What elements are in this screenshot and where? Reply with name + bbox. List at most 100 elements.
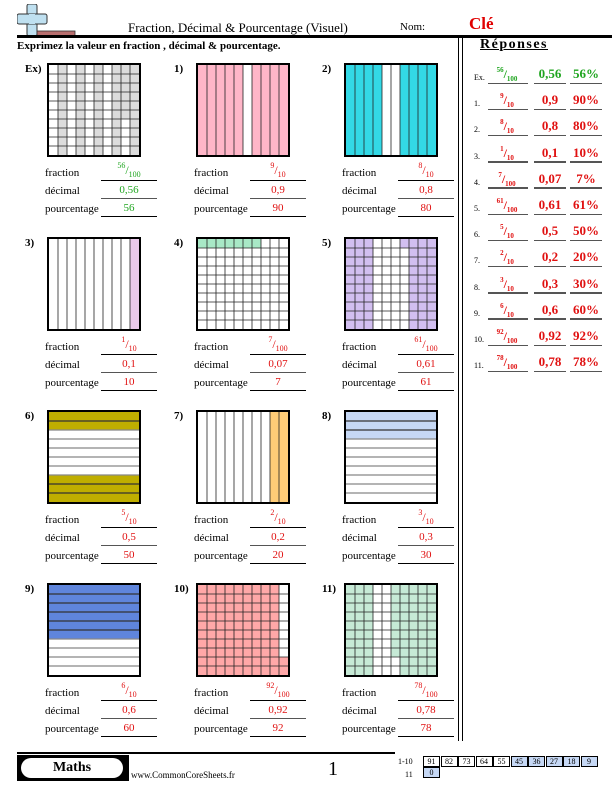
problem-number: 7) (174, 410, 184, 422)
empty-cell (382, 248, 391, 257)
empty-cell (252, 275, 261, 284)
shaded-cell (270, 621, 279, 630)
shaded-cell (234, 621, 243, 630)
empty-cell (243, 302, 252, 311)
empty-strip (216, 412, 225, 502)
answer-key-fraction: 8/10 (500, 118, 514, 136)
answer-label: fraction (45, 514, 80, 526)
empty-cell (198, 302, 207, 311)
empty-cell (382, 320, 391, 329)
empty-cell (252, 257, 261, 266)
pourcentage-answer: 60 (123, 722, 135, 734)
shaded-cell (207, 657, 216, 666)
shaded-cell (418, 657, 427, 666)
answer-key-fraction: 3/10 (500, 275, 514, 293)
empty-cell (373, 612, 382, 621)
answer-key-percent: 10% (573, 144, 599, 160)
empty-cell (103, 74, 112, 83)
shaded-cell (130, 74, 139, 83)
answer-key-fraction: 7/100 (498, 170, 516, 188)
empty-cell (243, 320, 252, 329)
shaded-cell (76, 119, 85, 128)
shaded-cell (252, 612, 261, 621)
answer-key-percent: 56% (573, 66, 599, 81)
shaded-cell (130, 146, 139, 155)
decimal-answer: 0,9 (271, 184, 285, 196)
empty-cell (373, 311, 382, 320)
shaded-cell (427, 612, 436, 621)
shaded-cell (364, 648, 373, 657)
score-cell: 0 (423, 767, 440, 778)
pourcentage-answer: 7 (275, 376, 281, 388)
answer-label: fraction (194, 167, 229, 179)
empty-cell (382, 311, 391, 320)
answer-row-fraction: fraction 92/100 (194, 681, 314, 701)
answer-label: pourcentage (342, 203, 396, 215)
empty-cell (373, 284, 382, 293)
shaded-cell (427, 657, 436, 666)
shaded-strip (270, 412, 279, 502)
empty-strip (121, 239, 130, 329)
shaded-cell (58, 74, 67, 83)
empty-strip (234, 412, 243, 502)
empty-strip (346, 448, 436, 457)
shaded-cell (243, 612, 252, 621)
shaded-cell (252, 594, 261, 603)
answer-label: pourcentage (194, 203, 248, 215)
empty-cell (85, 92, 94, 101)
shaded-cell (112, 101, 121, 110)
shaded-strip (355, 65, 364, 155)
shaded-cell (121, 110, 130, 119)
answer-key-row: 7. 2/10 0,2 20% (474, 245, 604, 268)
answer-label: fraction (342, 687, 377, 699)
answer-underline (101, 735, 157, 737)
decimal-answer: 0,2 (271, 531, 285, 543)
empty-cell (67, 146, 76, 155)
shaded-cell (58, 119, 67, 128)
answer-row-fraction: fraction 6/10 (45, 681, 165, 701)
answer-key-fraction: 1/10 (500, 144, 514, 162)
answer-row-decimal: décimal 0,6 (45, 701, 165, 719)
empty-cell (373, 603, 382, 612)
shaded-cell (243, 603, 252, 612)
empty-cell (382, 302, 391, 311)
shaded-cell (427, 648, 436, 657)
answer-row-decimal: décimal 0,56 (45, 181, 165, 199)
score-cell: 45 (510, 756, 528, 767)
answer-row-decimal: décimal 0,1 (45, 355, 165, 373)
empty-cell (382, 266, 391, 275)
shaded-strip (225, 65, 234, 155)
empty-cell (225, 275, 234, 284)
empty-strip (103, 239, 112, 329)
shaded-cell (409, 630, 418, 639)
shaded-cell (130, 83, 139, 92)
empty-strip (49, 657, 139, 666)
answer-row-fraction: fraction 3/10 (342, 508, 462, 528)
score-cell: 9 (580, 756, 598, 767)
shaded-cell (355, 594, 364, 603)
problem-number: 11) (322, 583, 337, 595)
empty-cell (382, 293, 391, 302)
answer-label: fraction (45, 341, 80, 353)
shaded-cell (355, 657, 364, 666)
empty-cell (279, 320, 288, 329)
answer-key-decimal: 0,9 (541, 92, 559, 108)
fraction-answer: 2/10 (270, 508, 286, 526)
answer-key-underline (534, 82, 566, 84)
empty-strip (382, 65, 391, 155)
answer-row-fraction: fraction 2/10 (194, 508, 314, 528)
empty-cell (85, 74, 94, 83)
empty-cell (243, 266, 252, 275)
answer-label: fraction (194, 514, 229, 526)
empty-cell (49, 92, 58, 101)
empty-cell (49, 128, 58, 137)
shaded-cell (94, 119, 103, 128)
shaded-cell (112, 83, 121, 92)
empty-cell (400, 293, 409, 302)
shaded-cell (409, 284, 418, 293)
fraction-answer: 92/100 (266, 681, 290, 699)
shaded-cell (418, 266, 427, 275)
empty-cell (216, 266, 225, 275)
answer-label: pourcentage (45, 377, 99, 389)
shaded-cell (364, 657, 373, 666)
